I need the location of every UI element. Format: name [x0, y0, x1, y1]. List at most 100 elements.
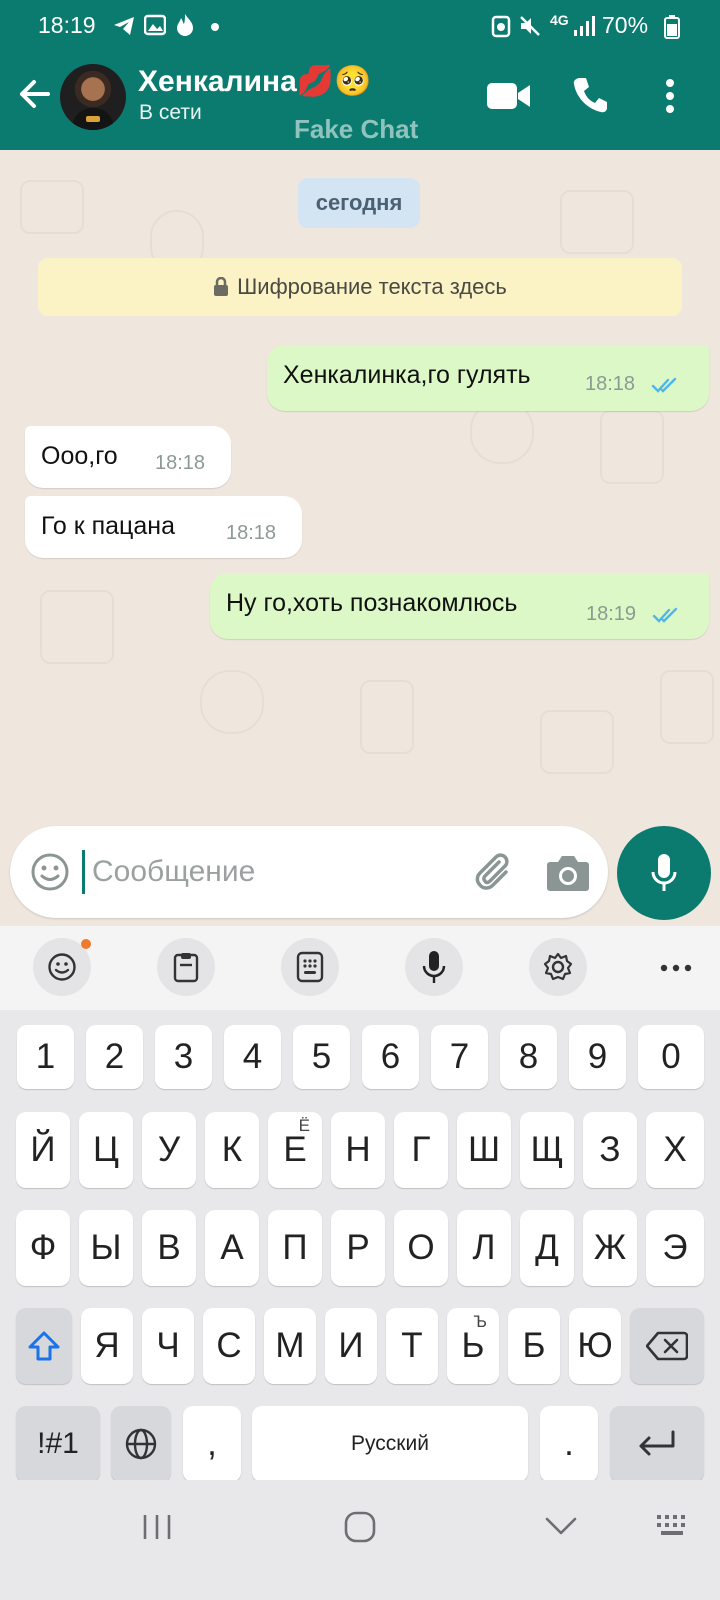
keyboard: 1 2 3 4 5 6 7 8 9 0 Й Ц У К ЕЁ Н Г Ш Щ З…	[0, 1010, 720, 1482]
video-call-icon[interactable]	[486, 80, 532, 112]
key-letter[interactable]: Э	[646, 1210, 704, 1286]
key-letter[interactable]: Щ	[520, 1112, 574, 1188]
key-5[interactable]: 5	[293, 1025, 350, 1089]
contact-name[interactable]: Хенкалина💋🥺	[138, 64, 372, 99]
period-key[interactable]: .	[540, 1406, 598, 1482]
notification-dot-icon	[81, 939, 91, 949]
navigation-bar	[0, 1480, 720, 1600]
home-icon[interactable]	[343, 1510, 377, 1544]
globe-icon	[125, 1428, 157, 1460]
wallpaper-doodle	[540, 710, 614, 774]
message-bubble-outgoing[interactable]: Хенкалинка,го гулять 18:18	[267, 345, 709, 411]
message-bubble-incoming[interactable]: Ооо,го 18:18	[25, 426, 231, 488]
voice-call-icon[interactable]	[572, 76, 608, 114]
key-letter[interactable]: Б	[508, 1308, 560, 1384]
key-4[interactable]: 4	[224, 1025, 281, 1089]
key-letter[interactable]: С	[203, 1308, 255, 1384]
message-time: 18:19	[586, 603, 637, 625]
key-letter-e[interactable]: ЕЁ	[268, 1112, 322, 1188]
keyboard-toolbar	[0, 926, 720, 1010]
key-letter[interactable]: Р	[331, 1210, 385, 1286]
key-7[interactable]: 7	[431, 1025, 488, 1089]
key-letter[interactable]: З	[583, 1112, 637, 1188]
key-1[interactable]: 1	[17, 1025, 74, 1089]
key-8[interactable]: 8	[500, 1025, 557, 1089]
more-icon[interactable]	[660, 964, 692, 972]
comma-key[interactable]: ,	[183, 1406, 241, 1482]
key-2[interactable]: 2	[86, 1025, 143, 1089]
battery-percent: 70%	[602, 12, 649, 38]
message-input[interactable]	[92, 848, 452, 896]
contact-status: В сети	[139, 101, 202, 124]
key-letter[interactable]: В	[142, 1210, 196, 1286]
keyboard-hide-icon[interactable]	[656, 1514, 690, 1538]
key-letter[interactable]: Ц	[79, 1112, 133, 1188]
key-letter-soft-sign[interactable]: ЬЪ	[447, 1308, 499, 1384]
enter-icon	[639, 1430, 675, 1456]
key-letter[interactable]: Х	[646, 1112, 704, 1188]
symbols-key[interactable]: !#1	[16, 1406, 100, 1482]
recent-apps-icon[interactable]	[141, 1512, 173, 1542]
key-letter[interactable]: Л	[457, 1210, 511, 1286]
clipboard-button[interactable]	[157, 938, 215, 996]
message-bubble-outgoing[interactable]: Ну го,хоть познакомлюсь 18:19	[210, 573, 709, 639]
key-letter[interactable]: Ю	[569, 1308, 621, 1384]
key-letter[interactable]: П	[268, 1210, 322, 1286]
encryption-text: Шифрование текста здесь	[237, 274, 507, 299]
key-letter[interactable]: Т	[386, 1308, 438, 1384]
key-letter[interactable]: Ы	[79, 1210, 133, 1286]
backspace-key[interactable]	[630, 1308, 704, 1384]
voice-input-button[interactable]	[405, 938, 463, 996]
keyboard-settings-button[interactable]	[529, 938, 587, 996]
flame-icon	[177, 14, 193, 36]
emoji-icon[interactable]	[30, 852, 70, 892]
key-0[interactable]: 0	[638, 1025, 704, 1089]
encryption-notice[interactable]: Шифрование текста здесь	[38, 258, 682, 316]
key-letter[interactable]: Й	[16, 1112, 70, 1188]
key-letter[interactable]: Ж	[583, 1210, 637, 1286]
battery-icon	[664, 15, 680, 39]
key-letter[interactable]: И	[325, 1308, 377, 1384]
attach-icon[interactable]	[472, 850, 518, 896]
message-bubble-incoming[interactable]: Го к пацана 18:18	[25, 496, 302, 558]
gallery-icon	[144, 14, 166, 36]
shift-key[interactable]	[16, 1308, 72, 1384]
battery-saver-icon	[491, 15, 511, 38]
back-icon[interactable]	[544, 1516, 578, 1536]
key-6[interactable]: 6	[362, 1025, 419, 1089]
key-letter[interactable]: Я	[81, 1308, 133, 1384]
space-key[interactable]: Русский	[252, 1406, 528, 1482]
lock-icon	[214, 277, 229, 296]
key-3[interactable]: 3	[155, 1025, 212, 1089]
key-letter[interactable]: Н	[331, 1112, 385, 1188]
key-letter[interactable]: Ч	[142, 1308, 194, 1384]
wallpaper-doodle	[20, 180, 84, 234]
key-letter[interactable]: Ш	[457, 1112, 511, 1188]
message-text: Ну го,хоть познакомлюсь	[226, 589, 518, 617]
enter-key[interactable]	[610, 1406, 704, 1482]
microphone-icon	[651, 854, 677, 891]
contact-avatar[interactable]	[60, 64, 126, 130]
read-ticks-icon	[652, 607, 678, 623]
keypad-icon	[296, 951, 324, 983]
message-time: 18:18	[155, 452, 206, 474]
key-label: Е	[283, 1130, 307, 1169]
more-options-icon[interactable]	[664, 78, 676, 114]
key-letter[interactable]: Ф	[16, 1210, 70, 1286]
language-key[interactable]	[111, 1406, 171, 1482]
key-letter[interactable]: Г	[394, 1112, 448, 1188]
key-letter[interactable]: К	[205, 1112, 259, 1188]
key-letter[interactable]: О	[394, 1210, 448, 1286]
key-letter[interactable]: М	[264, 1308, 316, 1384]
back-arrow-icon[interactable]	[14, 74, 54, 114]
key-letter[interactable]: А	[205, 1210, 259, 1286]
wallpaper-doodle	[560, 190, 634, 254]
key-9[interactable]: 9	[569, 1025, 626, 1089]
key-letter[interactable]: Д	[520, 1210, 574, 1286]
voice-message-button[interactable]	[617, 826, 711, 920]
signal-icon	[574, 16, 595, 36]
key-letter[interactable]: У	[142, 1112, 196, 1188]
message-time: 18:18	[585, 373, 636, 395]
keyboard-mode-button[interactable]	[281, 938, 339, 996]
camera-icon[interactable]	[546, 852, 590, 894]
